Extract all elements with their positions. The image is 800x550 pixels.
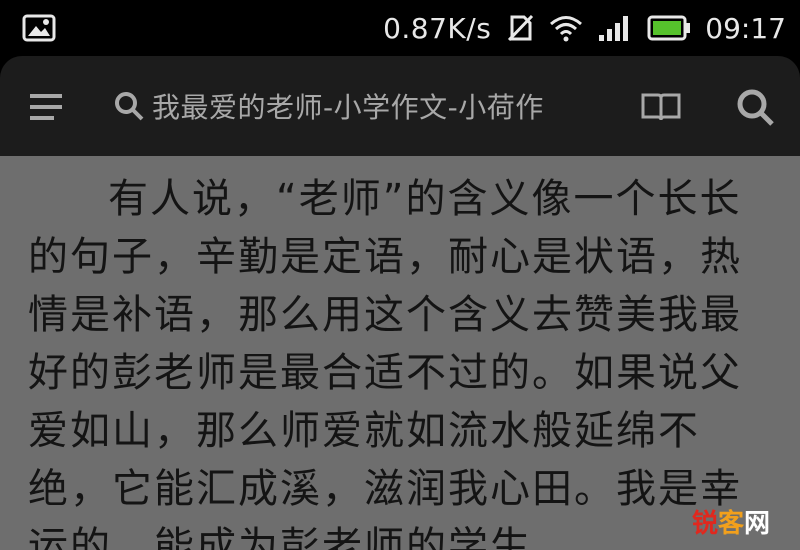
reading-content[interactable]: 有人说，“老师”的含义像一个长长的句子，辛勤是定语，耐心是状语，热情是补语，那么…: [0, 156, 800, 550]
status-bar: 0.87K/s 09:17: [0, 0, 800, 56]
battery-icon: [647, 15, 691, 41]
menu-icon[interactable]: [28, 90, 64, 124]
clock: 09:17: [705, 11, 786, 45]
no-sim-icon: [508, 14, 534, 42]
watermark-part-1: 锐: [691, 509, 718, 539]
watermark-part-3: 网: [743, 509, 770, 539]
status-right-group: 0.87K/s 09:17: [383, 8, 786, 48]
watermark-logo: 锐 客 网: [692, 503, 770, 540]
app-bar: 我最爱的老师-小学作文-小荷作: [0, 56, 800, 156]
image-notification-icon: [22, 14, 56, 42]
search-icon: [115, 92, 144, 121]
book-icon[interactable]: [640, 90, 682, 124]
wifi-icon: [550, 16, 583, 42]
cellular-signal-icon: [599, 16, 629, 41]
search-button-icon[interactable]: [732, 84, 776, 128]
watermark-part-2: 客: [717, 509, 744, 539]
search-field[interactable]: 我最爱的老师-小学作文-小荷作: [112, 78, 612, 134]
article-text: 有人说，“老师”的含义像一个长长的句子，辛勤是定语，耐心是状语，热情是补语，那么…: [28, 176, 742, 550]
search-query-text: 我最爱的老师-小学作文-小荷作: [152, 91, 544, 124]
network-speed: 0.87K/s: [383, 11, 492, 45]
